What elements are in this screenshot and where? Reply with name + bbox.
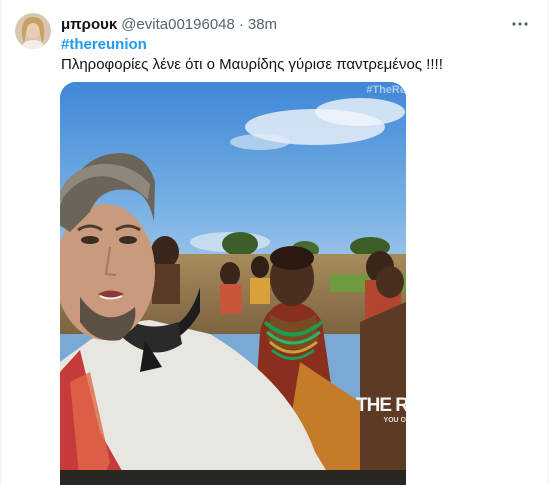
tweet-header: μπρουκ @evita00196048 · 38m [61,14,277,34]
tweet-text: Πληροφορίες λένε ότι ο Μαυρίδης γύρισε π… [61,56,443,73]
more-horizontal-icon[interactable] [510,14,530,34]
avatar[interactable] [15,13,51,49]
separator-dot: · [238,15,244,33]
tweet-media-photo[interactable]: #TheRe THE R YOU O [60,82,406,485]
author-handle[interactable]: @evita00196048 [121,16,235,33]
photo-illustration [60,82,406,485]
author-name[interactable]: μπρουκ [61,16,117,33]
watermark-sub: YOU O [383,417,406,424]
tweet-card[interactable]: μπρουκ @evita00196048 · 38m #thereunion … [0,0,549,485]
timestamp[interactable]: 38m [248,16,277,33]
watermark-logo: THE R [356,395,406,416]
user-avatar-image [15,13,51,49]
watermark-top: #TheRe [366,84,406,96]
hashtag-link[interactable]: #thereunion [61,35,147,54]
